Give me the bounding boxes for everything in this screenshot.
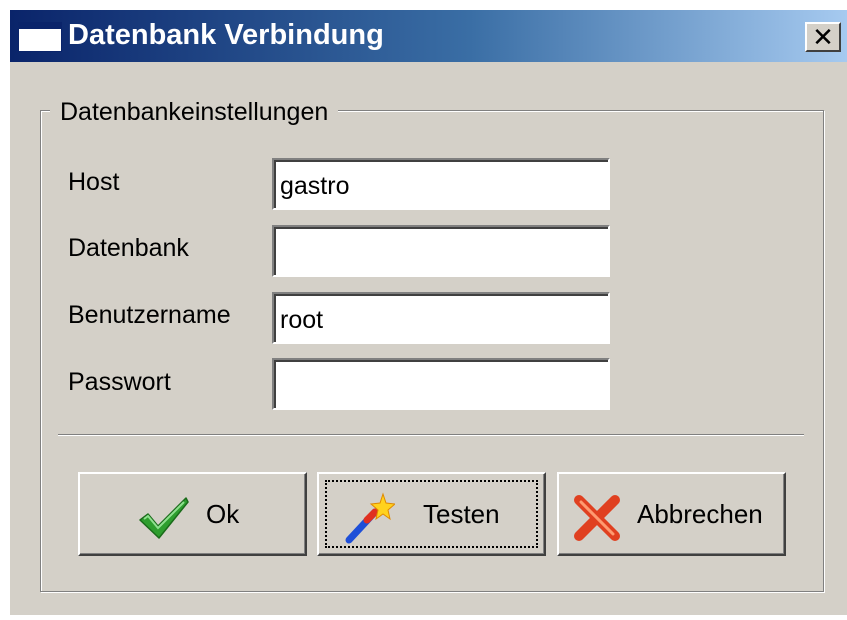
password-label: Passwort — [68, 368, 171, 396]
checkmark-icon — [139, 497, 189, 539]
separator — [58, 434, 804, 436]
window-icon — [18, 22, 62, 52]
host-label: Host — [68, 168, 120, 196]
username-label: Benutzername — [68, 301, 231, 329]
window-title: Datenbank Verbindung — [68, 19, 384, 51]
cancel-button[interactable]: Abbrechen — [557, 472, 786, 556]
red-x-icon — [574, 495, 620, 541]
magic-wand-icon — [345, 492, 395, 544]
close-icon: ✕ — [812, 22, 834, 52]
close-button[interactable]: ✕ — [805, 22, 841, 52]
ok-button[interactable]: Ok — [78, 472, 307, 556]
password-input[interactable] — [272, 358, 610, 410]
host-input[interactable]: gastro — [272, 158, 610, 210]
database-label: Datenbank — [68, 234, 189, 262]
ok-label: Ok — [206, 499, 240, 529]
test-label: Testen — [423, 499, 500, 529]
title-bar[interactable]: Datenbank Verbindung ✕ — [10, 10, 847, 62]
username-input[interactable]: root — [272, 292, 610, 344]
dialog-window: Datenbank Verbindung ✕ Datenbankeinstell… — [10, 10, 847, 615]
group-legend: Datenbankeinstellungen — [50, 98, 339, 127]
cancel-label: Abbrechen — [637, 499, 763, 529]
database-input[interactable] — [272, 225, 610, 277]
test-button[interactable]: Testen — [317, 472, 546, 556]
